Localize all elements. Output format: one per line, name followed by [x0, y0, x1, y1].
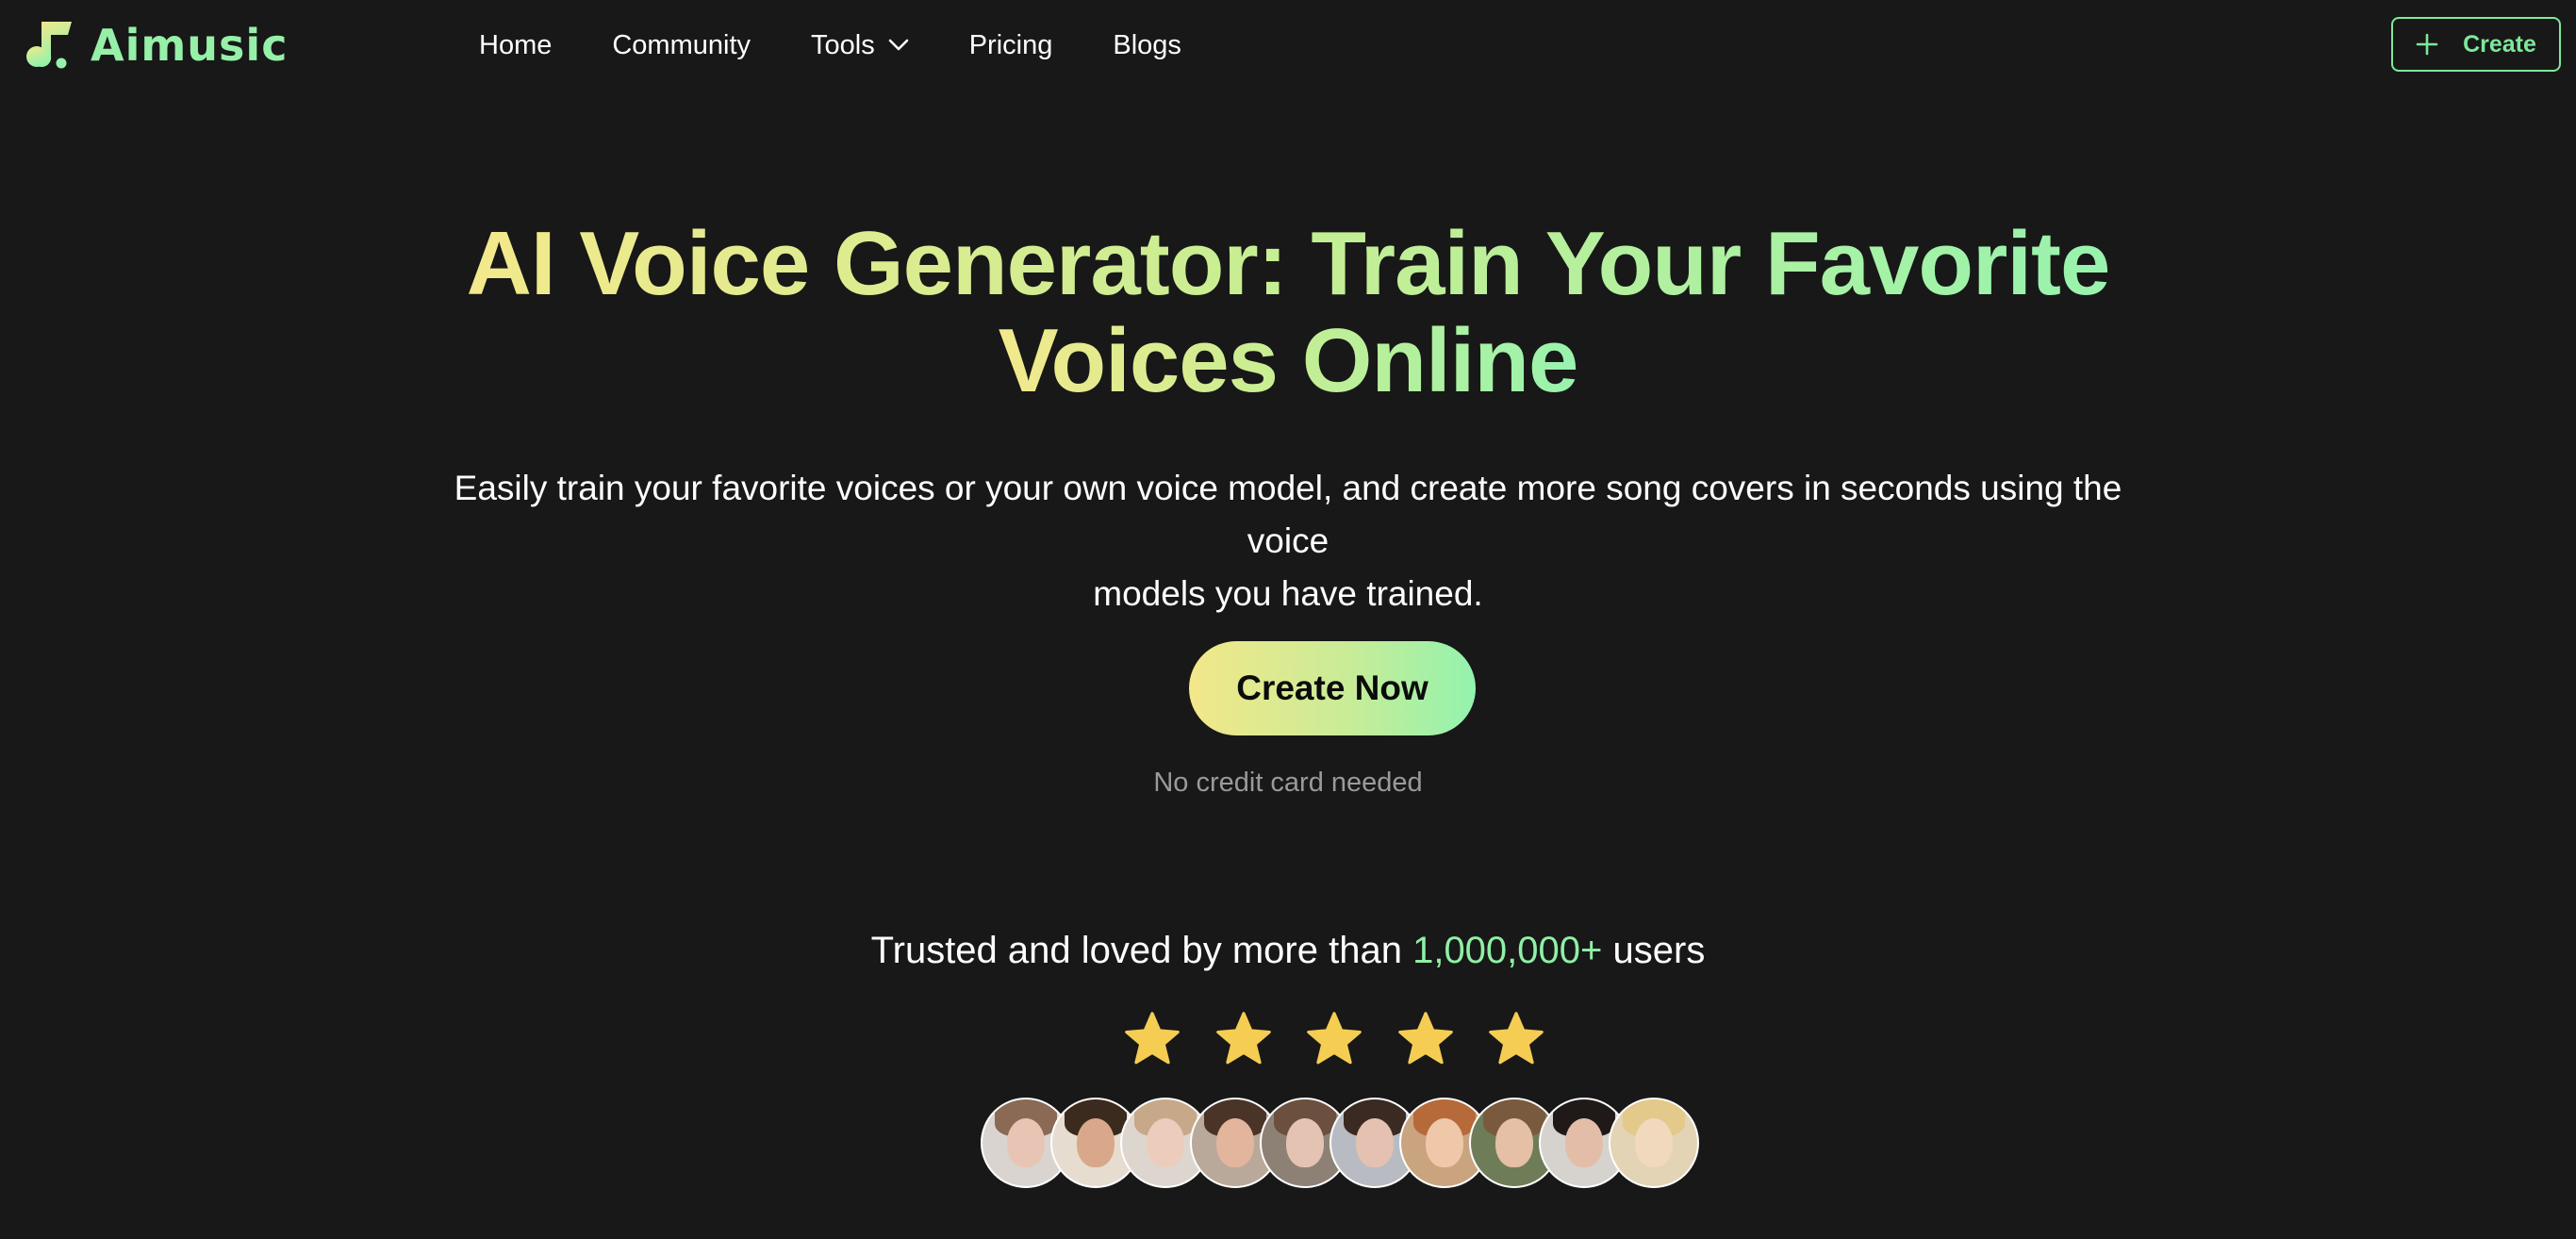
main-nav: Home Community Tools Pricing Blogs: [479, 23, 1242, 68]
avatar-face: [1285, 1118, 1325, 1167]
avatar-face: [1564, 1118, 1604, 1167]
logo-text: Aimusic: [91, 20, 289, 71]
subtitle-line-2: models you have trained.: [1093, 574, 1483, 613]
nav-item-label: Community: [612, 29, 751, 60]
star-icon: [1489, 1012, 1544, 1065]
star-icon: [1215, 1012, 1271, 1065]
logo-link[interactable]: Aimusic: [23, 19, 288, 72]
nav-item-label: Pricing: [968, 29, 1053, 60]
nav-item-pricing[interactable]: Pricing: [969, 30, 1053, 61]
title-line-1: AI Voice Generator: Train Your Favorite: [466, 213, 2111, 314]
nav-item-tools[interactable]: Tools: [811, 30, 909, 61]
trusted-text: Trusted and loved by more than 1,000,000…: [0, 930, 2576, 972]
nav-item-blogs[interactable]: Blogs: [1113, 30, 1181, 61]
star-icon: [1397, 1012, 1453, 1065]
user-avatars: [981, 1098, 1699, 1188]
avatar-face: [1006, 1118, 1046, 1167]
star-icon: [1307, 1012, 1362, 1065]
plus-icon: [2416, 33, 2438, 56]
nav-item-label: Home: [479, 29, 553, 60]
avatar-face: [1076, 1118, 1115, 1167]
rating-stars: [1122, 1009, 1546, 1069]
page: Aimusic Home Community Tools Pricing Blo…: [0, 0, 2576, 1239]
avatar-face: [1494, 1118, 1534, 1167]
music-note-icon: [26, 22, 72, 69]
avatar-face: [1215, 1118, 1255, 1167]
create-button-label: Create: [2463, 30, 2536, 58]
page-title: AI Voice Generator: Train Your Favorite …: [0, 215, 2576, 409]
subtitle-line-1: Easily train your favorite voices or you…: [454, 469, 2122, 560]
header: Aimusic Home Community Tools Pricing Blo…: [0, 0, 2576, 91]
nav-item-home[interactable]: Home: [479, 30, 552, 61]
title-line-2: Voices Online: [998, 310, 1579, 411]
hero-subtitle: Easily train your favorite voices or you…: [439, 462, 2137, 620]
avatar-face: [1425, 1118, 1464, 1167]
create-button[interactable]: Create: [2391, 17, 2561, 72]
nav-item-label: Blogs: [1113, 29, 1181, 60]
nav-item-community[interactable]: Community: [612, 30, 751, 61]
avatar: [1609, 1098, 1699, 1188]
star-icon: [1125, 1012, 1180, 1065]
nav-item-label: Tools: [811, 29, 875, 60]
chevron-down-icon: [888, 39, 909, 51]
avatar-face: [1355, 1118, 1395, 1167]
avatar-face: [1146, 1118, 1185, 1167]
create-now-button[interactable]: Create Now: [1189, 641, 1476, 735]
trusted-prefix: Trusted and loved by more than: [870, 930, 1402, 971]
user-count: 1,000,000+: [1412, 930, 1603, 971]
avatar-face: [1634, 1118, 1674, 1167]
no-credit-card-note: No credit card needed: [1153, 768, 1423, 798]
trusted-suffix: users: [1612, 930, 1706, 971]
